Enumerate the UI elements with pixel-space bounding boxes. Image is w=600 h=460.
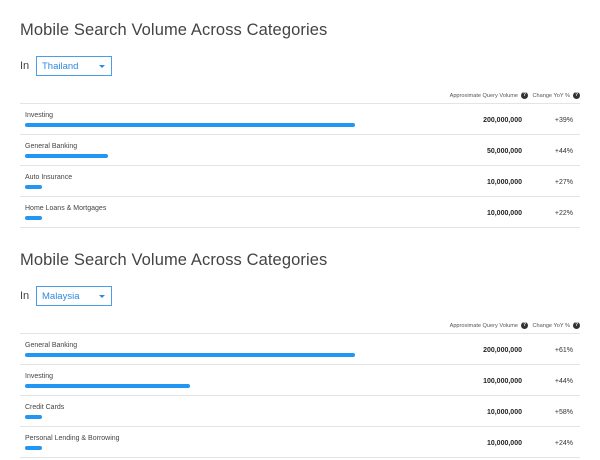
category-label: Investing	[25, 112, 54, 119]
table-row: General Banking 50,000,000 +44%	[20, 135, 580, 166]
volume-bar	[25, 384, 190, 388]
category-label: Investing	[25, 373, 54, 380]
category-label: Auto Insurance	[25, 174, 73, 181]
bar-track	[25, 154, 355, 158]
yoy-change-value: +39%	[554, 117, 573, 124]
volume-column-header: Approximate Query Volume ?	[449, 92, 528, 99]
category-label: Personal Lending & Borrowing	[25, 435, 120, 442]
bar-track	[25, 353, 355, 357]
volume-bar	[25, 185, 42, 189]
yoy-change-value: +24%	[554, 440, 573, 447]
caret-down-icon	[99, 64, 105, 68]
category-label: Home Loans & Mortgages	[25, 205, 107, 212]
chart-title: Mobile Search Volume Across Categories	[20, 251, 328, 269]
table-row: Credit Cards 10,000,000 +58%	[20, 396, 580, 427]
bar-track	[25, 415, 355, 419]
help-icon[interactable]: ?	[521, 322, 528, 329]
in-label: In	[20, 290, 30, 302]
yoy-change-value: +44%	[554, 378, 573, 385]
yoy-change-value: +27%	[554, 179, 573, 186]
category-label: Credit Cards	[25, 404, 65, 411]
yoy-change-value: +22%	[554, 210, 573, 217]
volume-bar	[25, 216, 42, 220]
category-label: General Banking	[25, 342, 78, 349]
region-selector-row: In Malaysia	[20, 286, 580, 306]
bar-track	[25, 446, 355, 450]
table-row: Investing 100,000,000 +44%	[20, 365, 580, 396]
yoy-change-value: +58%	[554, 409, 573, 416]
table-row: Personal Lending & Borrowing 10,000,000 +2…	[20, 427, 580, 458]
chart-section-thailand: Mobile Search Volume Across Categories I…	[20, 18, 580, 228]
help-icon[interactable]: ?	[573, 322, 580, 329]
category-label: General Banking	[25, 143, 78, 150]
region-dropdown-value: Malaysia	[42, 290, 80, 302]
volume-bar	[25, 353, 355, 357]
chart-title: Mobile Search Volume Across Categories	[20, 21, 328, 39]
change-column-header: Change YoY % ?	[532, 322, 580, 329]
yoy-change-value: +61%	[554, 347, 573, 354]
volume-bar	[25, 123, 355, 127]
volume-bar	[25, 446, 42, 450]
query-volume-value: 10,000,000	[486, 409, 522, 416]
in-label: In	[20, 60, 30, 72]
query-volume-value: 50,000,000	[486, 148, 522, 155]
bar-track	[25, 123, 355, 127]
help-icon[interactable]: ?	[573, 92, 580, 99]
region-dropdown[interactable]: Thailand	[36, 56, 112, 76]
query-volume-value: 10,000,000	[486, 440, 522, 447]
volume-bar	[25, 154, 108, 158]
table-row: Home Loans & Mortgages 10,000,000 +22%	[20, 197, 580, 228]
query-volume-value: 10,000,000	[486, 179, 522, 186]
category-rows: Investing 200,000,000 +39% General Banking 5…	[20, 103, 580, 228]
change-column-header: Change YoY % ?	[532, 92, 580, 99]
help-icon[interactable]: ?	[521, 92, 528, 99]
volume-column-header: Approximate Query Volume ?	[449, 322, 528, 329]
region-selector-row: In Thailand	[20, 56, 580, 76]
column-header: Approximate Query Volume ? Change YoY % …	[20, 319, 580, 333]
table-row: Investing 200,000,000 +39%	[20, 104, 580, 135]
chart-section-malaysia: Mobile Search Volume Across Categories I…	[20, 248, 580, 458]
query-volume-value: 100,000,000	[483, 378, 522, 385]
bar-track	[25, 384, 355, 388]
yoy-change-value: +44%	[554, 148, 573, 155]
bar-track	[25, 216, 355, 220]
column-header: Approximate Query Volume ? Change YoY % …	[20, 89, 580, 103]
category-rows: General Banking 200,000,000 +61% Investing 1…	[20, 333, 580, 458]
query-volume-value: 200,000,000	[483, 117, 522, 124]
query-volume-value: 10,000,000	[486, 210, 522, 217]
bar-track	[25, 185, 355, 189]
query-volume-value: 200,000,000	[483, 347, 522, 354]
volume-bar	[25, 415, 42, 419]
table-row: Auto Insurance 10,000,000 +27%	[20, 166, 580, 197]
table-row: General Banking 200,000,000 +61%	[20, 334, 580, 365]
region-dropdown[interactable]: Malaysia	[36, 286, 112, 306]
caret-down-icon	[99, 294, 105, 298]
region-dropdown-value: Thailand	[42, 60, 79, 72]
